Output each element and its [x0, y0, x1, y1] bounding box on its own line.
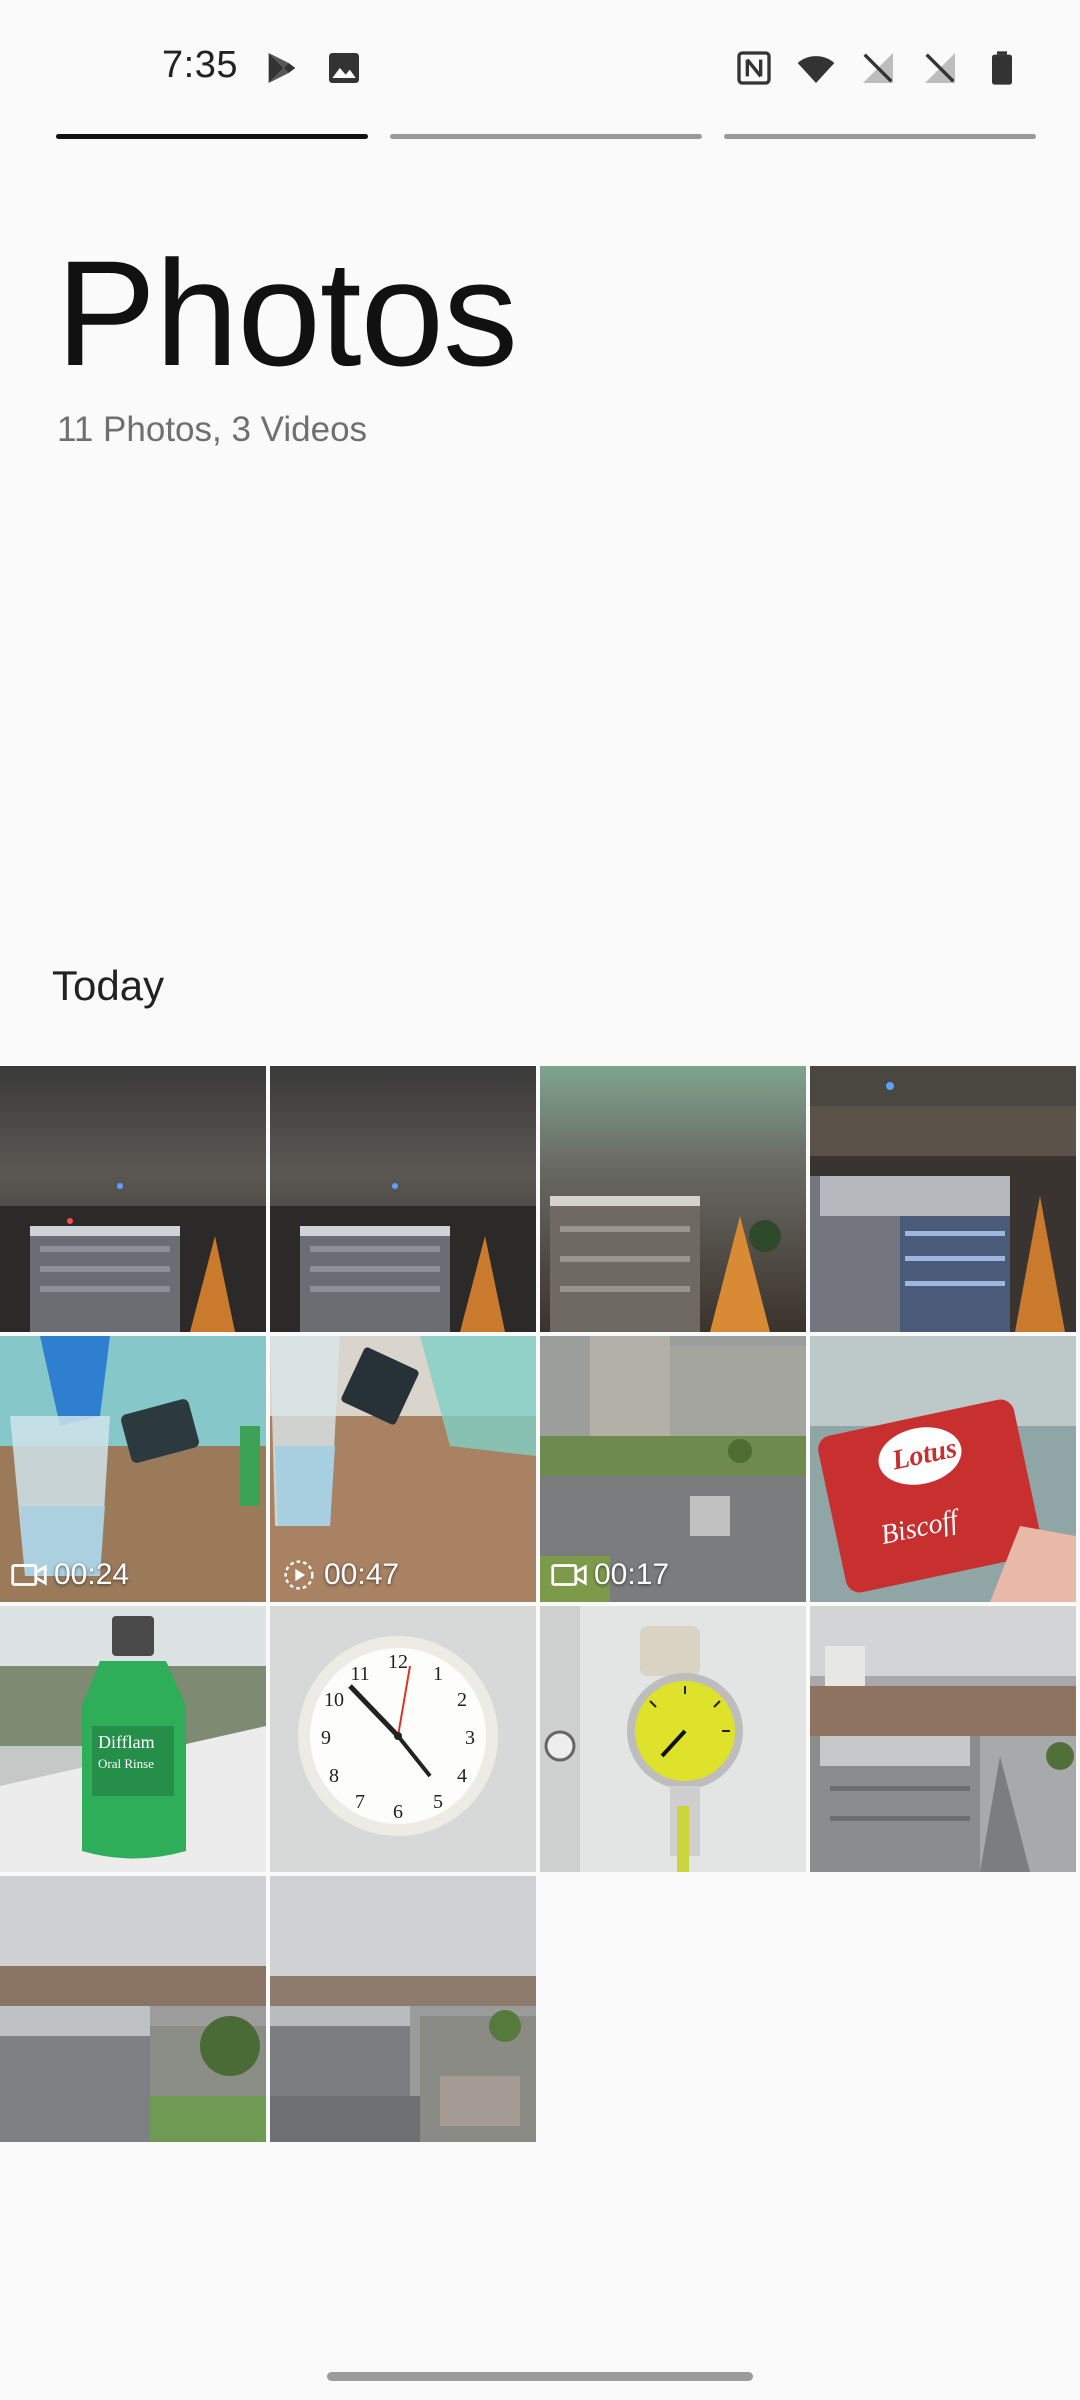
photo-thumbnail[interactable]: Lotus Biscoff: [810, 1336, 1076, 1602]
status-bar: 7:35: [0, 0, 1080, 130]
wifi-icon: [797, 56, 835, 83]
photo-thumbnail[interactable]: [810, 1606, 1076, 1872]
video-camera-icon: [551, 1564, 587, 1586]
svg-text:7: 7: [355, 1791, 365, 1813]
nfc-icon: [737, 51, 771, 85]
svg-text:5: 5: [433, 1791, 443, 1813]
night-city-image: [0, 1066, 266, 1332]
biscuit-image: Lotus Biscoff: [810, 1336, 1076, 1602]
media-count: 11 Photos, 3 Videos: [57, 410, 368, 449]
video-duration: 00:17: [594, 1558, 670, 1591]
photo-thumbnail[interactable]: 12 1 2 3 45 6 78 9 10 11: [270, 1606, 536, 1872]
video-thumbnail[interactable]: 00:47: [270, 1336, 536, 1602]
story-progress: [56, 134, 1036, 140]
image-icon: [329, 53, 359, 83]
video-camera-icon: [11, 1564, 47, 1586]
video-duration: 00:47: [324, 1558, 400, 1591]
photo-thumbnail[interactable]: [810, 1066, 1076, 1332]
photo-thumbnail[interactable]: [270, 1876, 536, 2142]
city-day-image: [0, 1876, 266, 2142]
city-day-image: [810, 1606, 1076, 1872]
wall-clock-image: 12 12 3 45 6 78 9 10 11: [270, 1606, 536, 1872]
progress-segment-3: [724, 134, 1036, 139]
photo-thumbnail[interactable]: [270, 1066, 536, 1332]
green-bottle-image: Difflam Oral Rinse: [0, 1606, 266, 1872]
night-city-image: [270, 1066, 536, 1332]
svg-text:Difflam: Difflam: [98, 1732, 155, 1752]
photo-thumbnail[interactable]: [0, 1876, 266, 2142]
svg-text:8: 8: [329, 1765, 339, 1787]
photos-page: 7:35 Photos 11 Photos, 3 Videos Today 00…: [0, 0, 1080, 2400]
night-city-reflection-image: [540, 1066, 806, 1332]
home-indicator[interactable]: [327, 2372, 753, 2381]
svg-text:1: 1: [433, 1663, 443, 1685]
status-right-icons: [734, 48, 1022, 88]
svg-text:12: 12: [388, 1651, 408, 1673]
progress-segment-1: [56, 134, 368, 139]
no-sim-icon: [863, 53, 893, 83]
svg-text:Oral Rinse: Oral Rinse: [98, 1756, 154, 1771]
svg-text:6: 6: [393, 1801, 403, 1823]
battery-icon: [992, 51, 1012, 85]
pressure-gauge-image: [540, 1606, 806, 1872]
video-duration: 00:24: [54, 1558, 130, 1591]
video-badge: 00:47: [280, 1558, 399, 1592]
no-sim-icon: [925, 53, 955, 83]
video-badge: 00:17: [550, 1558, 669, 1592]
status-left-icons: [262, 48, 364, 88]
svg-text:3: 3: [465, 1727, 475, 1749]
page-title: Photos: [56, 229, 518, 397]
video-thumbnail[interactable]: 00:24: [0, 1336, 266, 1602]
svg-text:10: 10: [324, 1689, 344, 1711]
motion-photo-icon: [284, 1560, 314, 1590]
photo-thumbnail[interactable]: Difflam Oral Rinse: [0, 1606, 266, 1872]
svg-text:2: 2: [457, 1689, 467, 1711]
progress-segment-2: [390, 134, 702, 139]
photo-thumbnail[interactable]: [540, 1606, 806, 1872]
video-badge: 00:24: [10, 1558, 129, 1592]
photo-thumbnail[interactable]: [540, 1066, 806, 1332]
svg-text:9: 9: [321, 1727, 331, 1749]
photo-thumbnail[interactable]: [0, 1066, 266, 1332]
status-time: 7:35: [162, 44, 238, 86]
night-rooftop-image: [810, 1066, 1076, 1332]
city-day-image: [270, 1876, 536, 2142]
svg-text:11: 11: [350, 1663, 369, 1685]
video-thumbnail[interactable]: 00:17: [540, 1336, 806, 1602]
play-store-icon: [268, 53, 296, 83]
section-label-today: Today: [52, 962, 165, 1009]
svg-text:4: 4: [457, 1765, 467, 1787]
